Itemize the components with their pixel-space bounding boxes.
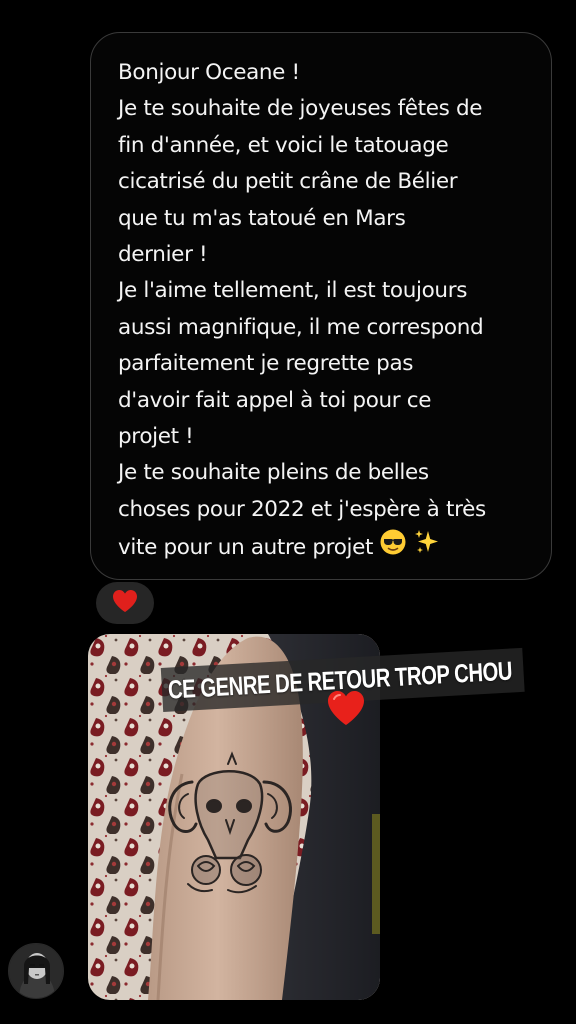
message-line: cicatrisé du petit crâne de Bélier [118, 169, 458, 195]
message-bubble[interactable]: Bonjour Oceane ! Je te souhaite de joyeu… [90, 32, 552, 580]
message-line: projet ! [118, 424, 194, 450]
sparkles-emoji-icon [413, 528, 441, 568]
message-line: Je te souhaite pleins de belles [118, 460, 429, 486]
message-line: que tu m'as tatoué en Mars [118, 205, 406, 231]
message-line: Je te souhaite de joyeuses fêtes de [118, 96, 483, 122]
message-line-last: vite pour un autre projet [118, 528, 531, 568]
message-line: Je l'aime tellement, il est toujours [118, 278, 468, 304]
message-line-text: vite pour un autre projet [118, 535, 374, 561]
heart-icon [111, 588, 139, 618]
reaction-pill[interactable] [96, 582, 154, 624]
avatar-image [9, 944, 63, 998]
sunglasses-emoji-icon [379, 528, 407, 568]
avatar[interactable] [8, 943, 64, 999]
message-line: fin d'année, et voici le tatouage [118, 132, 449, 158]
message-line: aussi magnifique, il me correspond [118, 314, 484, 340]
message-line: Bonjour Oceane ! [118, 60, 300, 85]
message-line: d'avoir fait appel à toi pour ce [118, 387, 432, 413]
message-line: dernier ! [118, 242, 208, 268]
heart-icon [325, 688, 367, 728]
message-line: choses pour 2022 et j'espère à très [118, 496, 486, 522]
message-line: parfaitement je regrette pas [118, 351, 414, 377]
